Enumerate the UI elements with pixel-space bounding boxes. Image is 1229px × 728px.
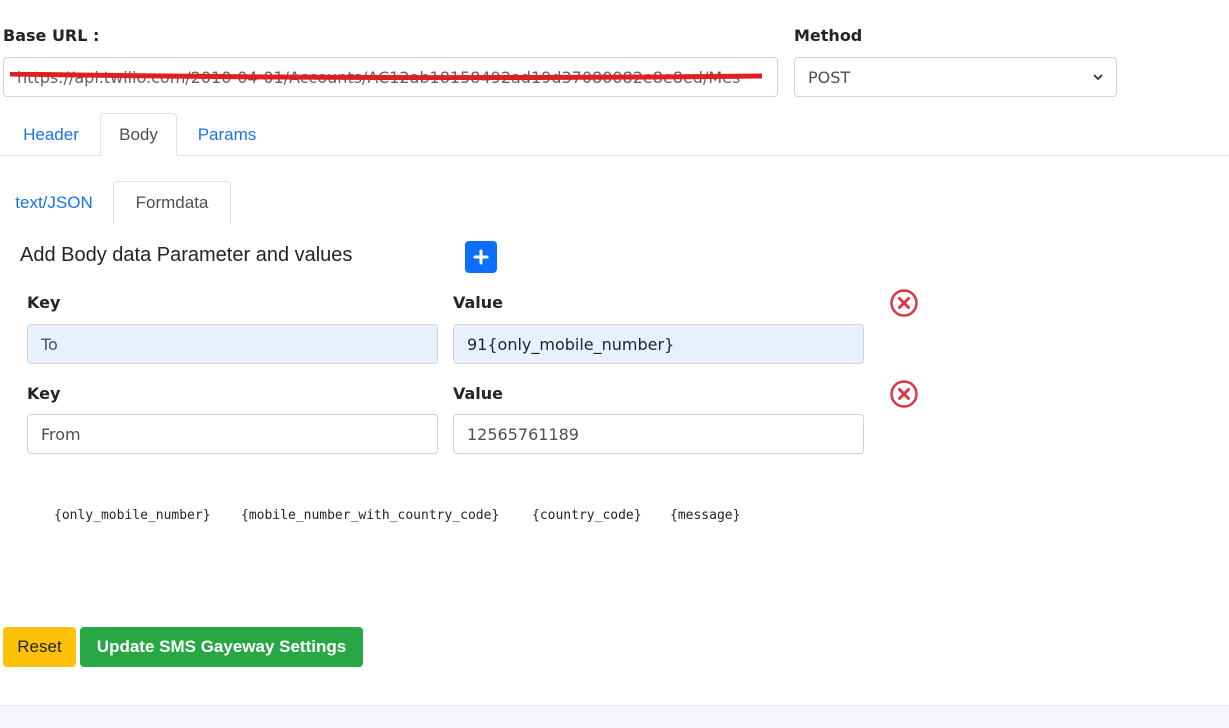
reset-button[interactable]: Reset [3, 627, 76, 667]
tab-body[interactable]: Body [100, 113, 177, 156]
placeholder-token[interactable]: {mobile_number_with_country_code} [241, 508, 499, 523]
param-key-input[interactable]: From [27, 414, 438, 454]
param-key-label: Key [27, 384, 61, 403]
param-value-input[interactable]: 91{only_mobile_number} [453, 324, 864, 364]
remove-param-icon[interactable] [889, 379, 919, 409]
remove-param-icon[interactable] [889, 288, 919, 318]
footer-bar [0, 705, 1229, 728]
chevron-down-icon [1093, 74, 1103, 81]
plus-icon [473, 249, 489, 265]
method-label: Method [794, 26, 863, 45]
redaction-strike [10, 72, 762, 80]
param-key-label: Key [27, 293, 61, 312]
tab-text-json[interactable]: text/JSON [0, 181, 108, 224]
method-select[interactable]: POST [794, 57, 1117, 97]
param-value-label: Value [453, 384, 504, 403]
param-value-label: Value [453, 293, 504, 312]
param-key-input[interactable]: To [27, 324, 438, 364]
method-selected-value: POST [808, 67, 851, 87]
param-value-input[interactable]: 12565761189 [453, 414, 864, 454]
base-url-label: Base URL : [3, 26, 100, 45]
add-parameter-button[interactable] [465, 241, 497, 273]
tab-header[interactable]: Header [3, 113, 99, 156]
placeholder-token[interactable]: {country_code} [532, 508, 642, 523]
placeholder-token[interactable]: {message} [670, 508, 740, 523]
tab-params[interactable]: Params [180, 113, 274, 156]
update-settings-button[interactable]: Update SMS Gayeway Settings [80, 627, 363, 667]
tab-formdata[interactable]: Formdata [113, 181, 231, 224]
body-section-title: Add Body data Parameter and values [20, 244, 353, 266]
placeholder-token[interactable]: {only_mobile_number} [54, 508, 211, 523]
